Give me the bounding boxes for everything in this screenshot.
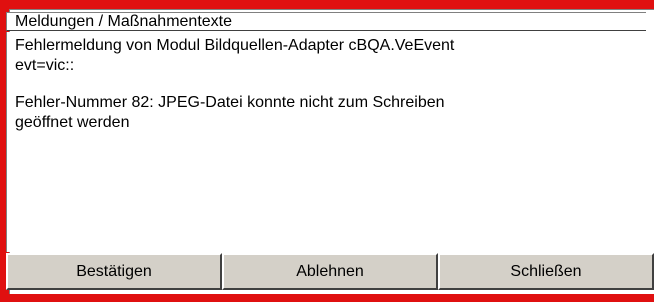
message-line-1: Fehlermeldung von Modul Bildquellen-Adap… (15, 37, 455, 54)
message-line-3: Fehler-Nummer 82: JPEG-Datei konnte nich… (15, 94, 445, 111)
message-spacer (15, 76, 646, 93)
panel-title: Meldungen / Maßnahmentexte (6, 12, 646, 31)
reject-button[interactable]: Ablehnen (222, 253, 438, 290)
message-line-4: geöffnet werden (15, 114, 130, 131)
button-bar: Bestätigen Ablehnen Schließen (6, 253, 654, 290)
message-text-area: Fehlermeldung von Modul Bildquellen-Adap… (6, 32, 646, 252)
confirm-button[interactable]: Bestätigen (6, 253, 222, 290)
message-line-2: evt=vic:: (15, 57, 75, 74)
close-button[interactable]: Schließen (438, 253, 654, 290)
